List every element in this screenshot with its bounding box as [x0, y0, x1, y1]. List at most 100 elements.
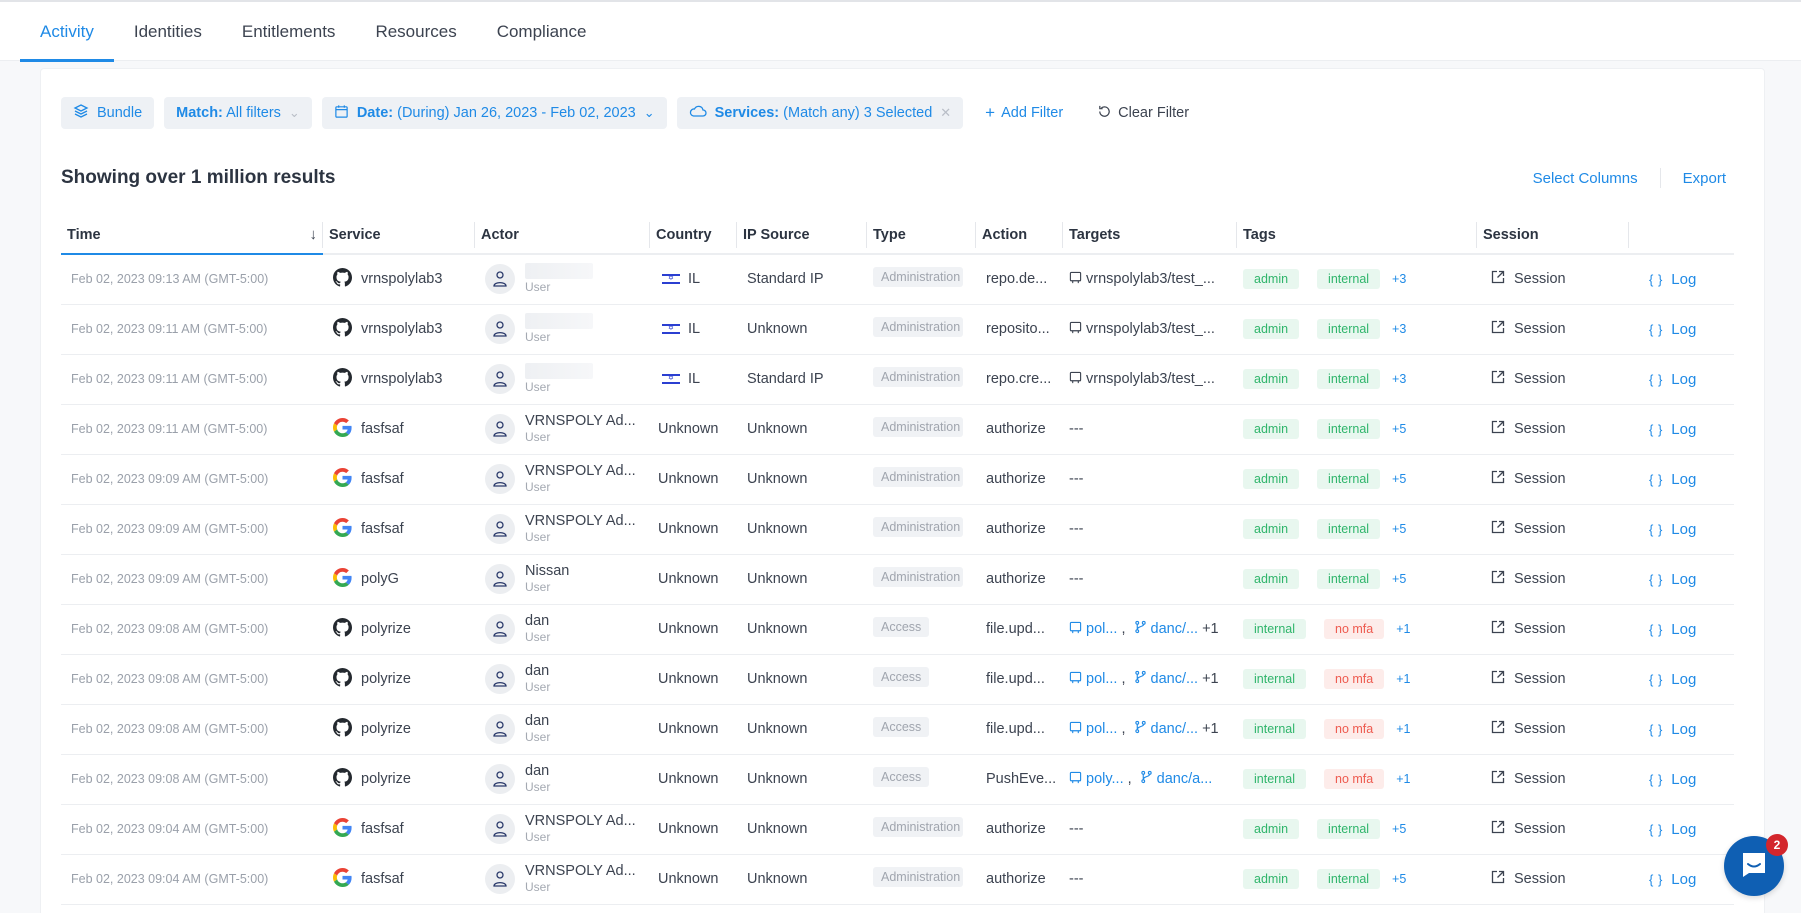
column-header-time[interactable]: Time ↓: [61, 216, 323, 255]
actor[interactable]: VRNSPOLY Ad... User: [481, 413, 644, 445]
table-row[interactable]: Feb 02, 2023 09:08 AM (GMT-5:00) polyrize…: [61, 604, 1734, 655]
column-header-country[interactable]: Country: [650, 216, 737, 255]
select-columns-link[interactable]: Select Columns: [1533, 170, 1638, 187]
tags-more-count[interactable]: +3: [1392, 272, 1406, 286]
table-row[interactable]: Feb 02, 2023 09:08 AM (GMT-5:00) polyrize…: [61, 704, 1734, 755]
session-link[interactable]: Session: [1483, 670, 1623, 688]
date-filter-dropdown[interactable]: Date: (During) Jan 26, 2023 - Feb 02, 20…: [321, 97, 667, 129]
target-item[interactable]: pol...: [1069, 721, 1117, 738]
column-header-tags[interactable]: Tags: [1237, 216, 1477, 255]
column-header-session[interactable]: Session: [1477, 216, 1629, 255]
tab-resources[interactable]: Resources: [355, 2, 476, 61]
table-row[interactable]: Feb 02, 2023 09:11 AM (GMT-5:00) vrnspoly…: [61, 354, 1734, 405]
column-header-ip-source[interactable]: IP Source: [737, 216, 867, 255]
column-header-targets[interactable]: Targets: [1063, 216, 1237, 255]
tags-more-count[interactable]: +5: [1392, 422, 1406, 436]
tags-more-count[interactable]: +5: [1392, 872, 1406, 886]
tags-more-count[interactable]: +5: [1392, 822, 1406, 836]
log-link[interactable]: { } Log: [1635, 471, 1728, 488]
export-link[interactable]: Export: [1683, 170, 1726, 187]
target-item[interactable]: danc/...: [1134, 620, 1198, 638]
actor[interactable]: dan User: [481, 613, 644, 645]
log-link[interactable]: { } Log: [1635, 721, 1728, 738]
session-link[interactable]: Session: [1483, 320, 1623, 338]
targets-more-count[interactable]: +1: [1202, 671, 1219, 687]
table-row[interactable]: Feb 02, 2023 09:09 AM (GMT-5:00) fasfsaf V…: [61, 454, 1734, 505]
clear-filter-button[interactable]: Clear Filter: [1085, 97, 1201, 129]
close-icon[interactable]: ✕: [940, 105, 951, 121]
log-link[interactable]: { } Log: [1635, 621, 1728, 638]
log-link[interactable]: { } Log: [1635, 371, 1728, 388]
log-link[interactable]: { } Log: [1635, 871, 1728, 888]
column-header-type[interactable]: Type: [867, 216, 976, 255]
actor[interactable]: VRNSPOLY Ad... User: [481, 813, 644, 845]
table-row[interactable]: Feb 02, 2023 09:13 AM (GMT-5:00) vrnspoly…: [61, 254, 1734, 305]
target-item[interactable]: pol...: [1069, 621, 1117, 638]
actor[interactable]: dan User: [481, 663, 644, 695]
tags-more-count[interactable]: +1: [1396, 772, 1410, 786]
column-header-service[interactable]: Service: [323, 216, 475, 255]
actor[interactable]: User: [481, 363, 644, 395]
table-row[interactable]: Feb 02, 2023 09:11 AM (GMT-5:00) vrnspoly…: [61, 304, 1734, 355]
target-item[interactable]: pol...: [1069, 671, 1117, 688]
log-link[interactable]: { } Log: [1635, 771, 1728, 788]
actor[interactable]: Nissan User: [481, 563, 644, 595]
bundle-button[interactable]: Bundle: [61, 97, 155, 129]
targets-more-count[interactable]: +1: [1202, 621, 1219, 637]
targets-more-count[interactable]: +1: [1202, 721, 1219, 737]
tags-more-count[interactable]: +3: [1392, 322, 1406, 336]
table-row[interactable]: Feb 02, 2023 09:04 AM (GMT-5:00) fasfsaf V…: [61, 854, 1734, 905]
target-item[interactable]: danc/...: [1134, 670, 1198, 688]
session-link[interactable]: Session: [1483, 870, 1623, 888]
session-link[interactable]: Session: [1483, 470, 1623, 488]
table-row[interactable]: Feb 02, 2023 09:09 AM (GMT-5:00) fasfsaf V…: [61, 504, 1734, 555]
log-link[interactable]: { } Log: [1635, 271, 1728, 288]
target-item[interactable]: danc/a...: [1140, 770, 1212, 788]
target-item[interactable]: poly...: [1069, 771, 1124, 788]
tags-more-count[interactable]: +5: [1392, 472, 1406, 486]
log-link[interactable]: { } Log: [1635, 521, 1728, 538]
tags-more-count[interactable]: +5: [1392, 522, 1406, 536]
session-link[interactable]: Session: [1483, 820, 1623, 838]
column-header-actor[interactable]: Actor: [475, 216, 650, 255]
tags-more-count[interactable]: +1: [1396, 622, 1410, 636]
table-row[interactable]: Feb 02, 2023 09:04 AM (GMT-5:00) fasfsaf V…: [61, 804, 1734, 855]
session-link[interactable]: Session: [1483, 270, 1623, 288]
services-filter-chip[interactable]: Services: (Match any) 3 Selected ✕: [676, 97, 964, 129]
tab-compliance[interactable]: Compliance: [477, 2, 607, 61]
actor[interactable]: dan User: [481, 763, 644, 795]
table-row[interactable]: Feb 02, 2023 09:11 AM (GMT-5:00) fasfsaf V…: [61, 404, 1734, 455]
session-link[interactable]: Session: [1483, 720, 1623, 738]
actor[interactable]: User: [481, 313, 644, 345]
match-filter-dropdown[interactable]: Match: All filters ⌄: [164, 97, 312, 129]
log-link[interactable]: { } Log: [1635, 671, 1728, 688]
tab-identities[interactable]: Identities: [114, 2, 222, 61]
actor[interactable]: VRNSPOLY Ad... User: [481, 863, 644, 895]
tags-more-count[interactable]: +1: [1396, 672, 1410, 686]
column-header-action[interactable]: Action: [976, 216, 1063, 255]
log-link[interactable]: { } Log: [1635, 321, 1728, 338]
column-header-actions[interactable]: [1629, 216, 1734, 255]
log-link[interactable]: { } Log: [1635, 821, 1728, 838]
log-link[interactable]: { } Log: [1635, 571, 1728, 588]
session-link[interactable]: Session: [1483, 770, 1623, 788]
actor[interactable]: User: [481, 263, 644, 295]
log-link[interactable]: { } Log: [1635, 421, 1728, 438]
target-item[interactable]: danc/...: [1134, 720, 1198, 738]
tab-entitlements[interactable]: Entitlements: [222, 2, 356, 61]
table-row[interactable]: Feb 02, 2023 09:08 AM (GMT-5:00) polyrize…: [61, 754, 1734, 805]
session-link[interactable]: Session: [1483, 370, 1623, 388]
table-row[interactable]: Feb 02, 2023 09:08 AM (GMT-5:00) polyrize…: [61, 654, 1734, 705]
tags-more-count[interactable]: +3: [1392, 372, 1406, 386]
add-filter-button[interactable]: + Add Filter: [973, 97, 1075, 129]
actor[interactable]: dan User: [481, 713, 644, 745]
session-link[interactable]: Session: [1483, 620, 1623, 638]
session-link[interactable]: Session: [1483, 520, 1623, 538]
session-link[interactable]: Session: [1483, 420, 1623, 438]
session-link[interactable]: Session: [1483, 570, 1623, 588]
tags-more-count[interactable]: +1: [1396, 722, 1410, 736]
tab-activity[interactable]: Activity: [20, 2, 114, 62]
tags-more-count[interactable]: +5: [1392, 572, 1406, 586]
table-row[interactable]: Feb 02, 2023 09:09 AM (GMT-5:00) polyG Nis…: [61, 554, 1734, 605]
sort-descending-icon[interactable]: ↓: [310, 226, 318, 243]
